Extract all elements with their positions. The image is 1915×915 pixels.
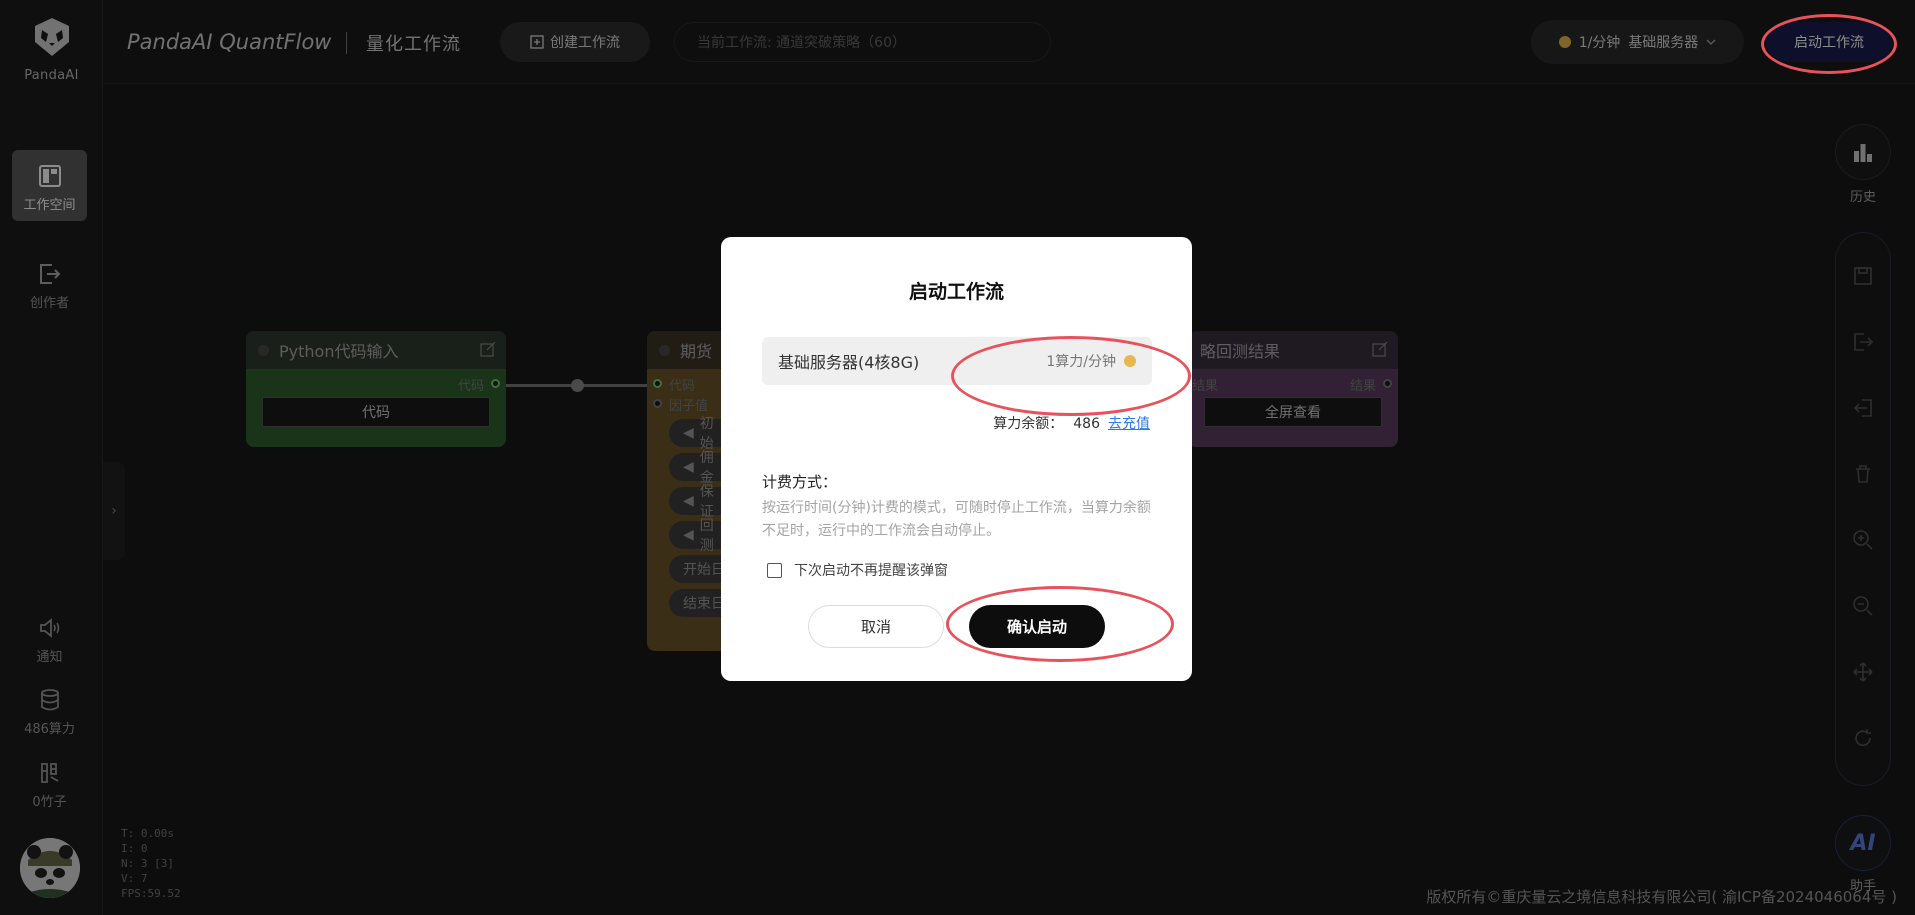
billing-label: 计费方式： xyxy=(762,473,838,491)
checkbox-label: 下次启动不再提醒该弹窗 xyxy=(794,563,948,579)
server-option-rate: 1算力/分钟 xyxy=(1046,351,1136,371)
coin-icon xyxy=(1124,355,1136,367)
server-option[interactable]: 基础服务器(4核8G) 1算力/分钟 xyxy=(762,337,1152,385)
recharge-link[interactable]: 去充值 xyxy=(1108,416,1150,432)
dialog-title: 启动工作流 xyxy=(908,281,1004,303)
checkbox[interactable] xyxy=(767,562,782,578)
balance-label: 算力余额： xyxy=(993,416,1064,432)
balance-value: 486 xyxy=(1073,416,1100,432)
server-option-name: 基础服务器(4核8G) xyxy=(778,353,920,372)
start-workflow-dialog: 启动工作流 基础服务器(4核8G) 1算力/分钟 算力余额： 486 去充值 计费方… xyxy=(721,237,1192,681)
confirm-start-button[interactable]: 确认启动 xyxy=(969,605,1105,648)
dont-remind-checkbox[interactable]: 下次启动不再提醒该弹窗 xyxy=(767,560,948,580)
compute-balance: 算力余额： 486 去充值 xyxy=(993,413,1150,433)
cancel-button[interactable]: 取消 xyxy=(808,605,944,648)
billing-description: 按运行时间(分钟)计费的模式，可随时停止工作流，当算力余额不足时，运行中的工作流… xyxy=(762,500,1151,539)
